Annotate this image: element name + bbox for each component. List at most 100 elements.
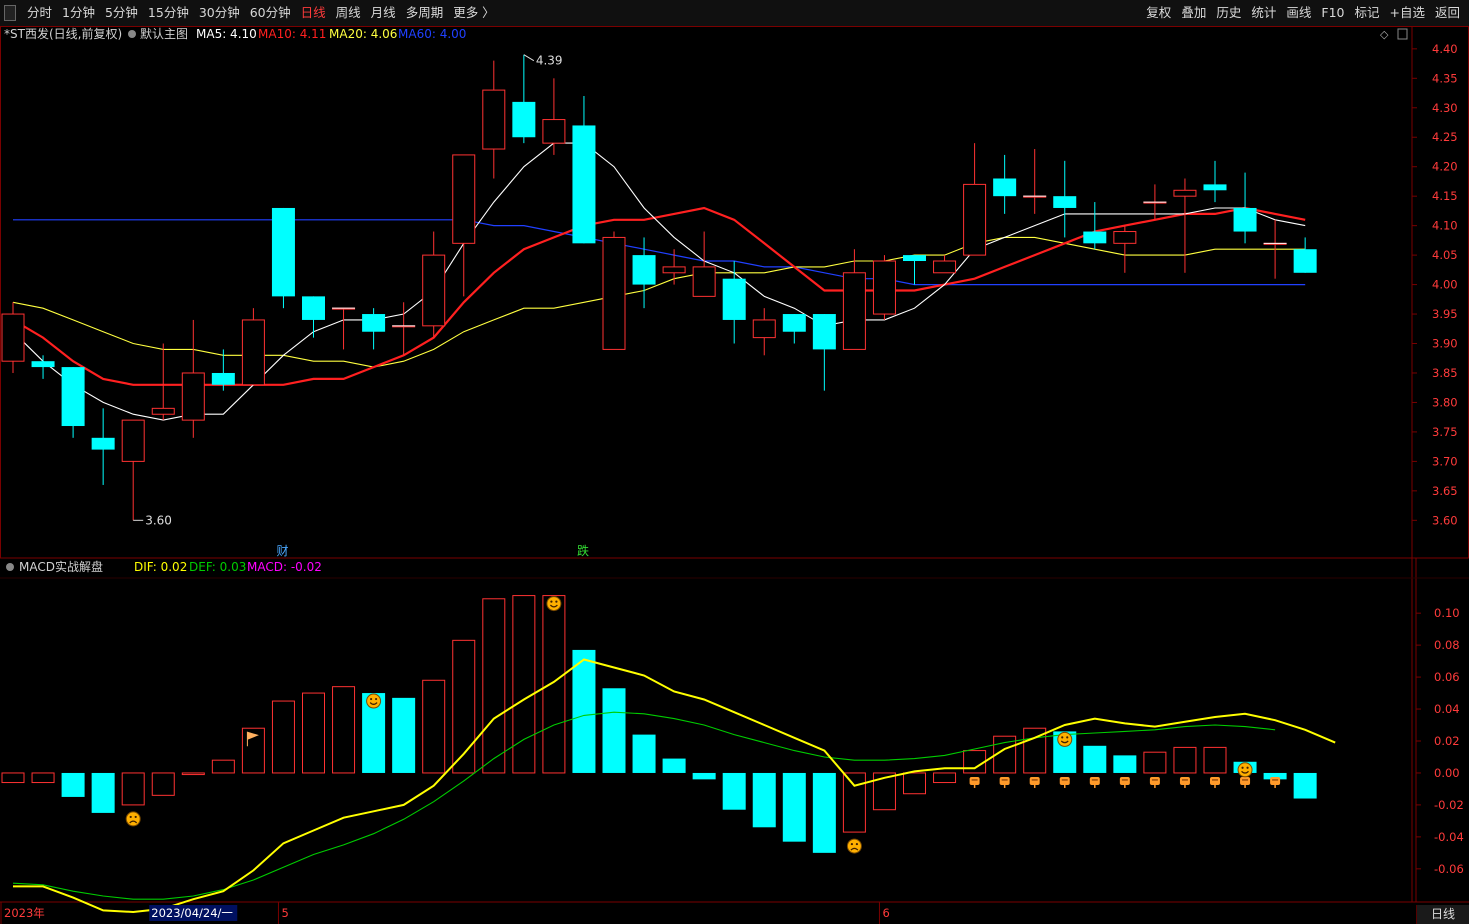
candle: [271, 207, 295, 309]
candle: [181, 319, 205, 438]
buy-mark-box: [1179, 776, 1190, 785]
date-label-2: 5: [281, 906, 288, 920]
tool-button-5[interactable]: F10: [1316, 0, 1349, 26]
price-tick-label: 4.00: [1432, 278, 1458, 292]
tool-button-6[interactable]: 标记: [1349, 0, 1384, 26]
candle-body: [1293, 249, 1317, 273]
period-tab-3[interactable]: 15分钟: [143, 0, 194, 26]
period-indicator-tab[interactable]: 日线: [1416, 905, 1469, 924]
candle-body: [151, 407, 175, 415]
macd-bar: [61, 772, 85, 797]
macd-bars: [1, 595, 1317, 853]
price-tick-label: 3.75: [1432, 425, 1458, 439]
stock-title: *ST西发(日线,前复权): [4, 26, 122, 41]
candle: [722, 261, 746, 344]
buy-mark-icon: [1210, 776, 1220, 788]
ma5-line: [12, 142, 1306, 421]
template-label: 默认主图: [140, 26, 188, 41]
candle-body: [903, 255, 926, 262]
period-tab-2[interactable]: 5分钟: [100, 0, 143, 26]
candle-body: [812, 314, 836, 350]
sad-face-icon: [846, 838, 862, 854]
macd-bar: [842, 772, 866, 833]
macd-bar: [1293, 772, 1317, 799]
macd-bar: [752, 772, 776, 828]
candle-body: [482, 89, 506, 150]
tool-button-3[interactable]: 统计: [1246, 0, 1281, 26]
candle: [872, 255, 896, 320]
period-tabs: 分时 1分钟 5分钟 15分钟 30分钟 60分钟 日线 周线 月线 多周期 更多 〉: [0, 0, 500, 26]
candle-body: [1, 313, 25, 362]
candle: [482, 60, 506, 179]
date-label-0: 2023年: [4, 906, 45, 920]
stock-chart[interactable]: 4.40 4.35 4.30 4.25 4.20 4.15 4.10 4.05 4.00 3.95…: [0, 26, 1469, 924]
macd-bar: [903, 772, 926, 795]
price-tick-label: 4.05: [1432, 248, 1458, 262]
candle: [782, 314, 806, 344]
period-tab-7[interactable]: 周线: [331, 0, 366, 26]
macd-tick-label: 0.00: [1434, 766, 1460, 780]
face-eye: [370, 697, 373, 701]
smile-face-icon: [546, 596, 562, 612]
annotation-label: 3.60: [145, 513, 172, 527]
candle-body: [602, 236, 626, 350]
buy-mark-box: [1149, 776, 1160, 785]
macd-bar: [812, 772, 836, 853]
date-label-3: 6: [882, 906, 889, 920]
candle-body: [1203, 184, 1227, 191]
candle: [1023, 149, 1047, 214]
macd-legend-2: MACD: -0.02: [247, 560, 322, 574]
period-tab-1[interactable]: 1分钟: [57, 0, 100, 26]
buy-mark-icon: [1270, 776, 1281, 788]
candle: [512, 54, 536, 144]
candle-body: [1173, 189, 1197, 197]
tool-button-7[interactable]: +自选: [1385, 0, 1430, 26]
candle: [993, 154, 1017, 214]
candle-body: [1053, 196, 1077, 208]
tool-button-4[interactable]: 画线: [1281, 0, 1316, 26]
tool-button-8[interactable]: 返回: [1430, 0, 1465, 26]
period-tab-5[interactable]: 60分钟: [245, 0, 296, 26]
tool-button-2[interactable]: 历史: [1211, 0, 1246, 26]
face-circle: [546, 596, 562, 612]
candle: [752, 308, 776, 356]
candle-body: [271, 207, 295, 297]
macd-bar: [1083, 745, 1107, 773]
period-tab-6[interactable]: 日线: [296, 0, 331, 26]
candle: [452, 154, 476, 297]
main-legend: *ST西发(日线,前复权) 默认主图 MA5: 4.10 MA10: 4.11 MA20…: [4, 26, 1408, 41]
macd-bar: [211, 759, 235, 774]
buy-mark-box: [1029, 776, 1040, 785]
period-tab-4[interactable]: 30分钟: [194, 0, 245, 26]
candle: [1053, 160, 1077, 238]
collapse-handle[interactable]: [4, 5, 16, 21]
macd-bar: [482, 598, 506, 774]
smile-face-icon: [1057, 731, 1073, 747]
macd-axis: 0.10 0.08 0.06 0.04 0.02 0.00 -0.02 -0.04 -0.06: [1416, 606, 1464, 876]
tool-button-1[interactable]: 叠加: [1176, 0, 1211, 26]
buy-mark-icon: [1179, 776, 1190, 788]
macd-bar: [542, 595, 566, 774]
face-eye: [134, 815, 137, 819]
macd-dot: [6, 563, 14, 571]
face-eye: [1246, 766, 1249, 769]
tool-button-0[interactable]: 复权: [1141, 0, 1176, 26]
macd-bar: [632, 734, 656, 773]
macd-bar: [722, 772, 746, 810]
period-tab-9[interactable]: 多周期: [401, 0, 449, 26]
period-tab-10[interactable]: 更多 〉: [448, 0, 499, 26]
period-tab-8[interactable]: 月线: [366, 0, 401, 26]
price-annotation-1: 3.60: [133, 513, 172, 527]
face-eye: [855, 842, 859, 846]
period-tab-0[interactable]: 分时: [22, 0, 57, 26]
candle-body: [241, 319, 265, 386]
candle: [151, 343, 175, 421]
buy-mark-box: [969, 776, 980, 785]
ma-legend-2: MA20: 4.06: [329, 27, 397, 41]
macd-bar: [963, 750, 987, 774]
ma-legend-1: MA10: 4.11: [258, 27, 326, 41]
macd-legend-1: DEF: 0.03: [189, 560, 246, 574]
macd-bar: [392, 697, 416, 773]
candle: [842, 249, 866, 350]
candle: [602, 231, 626, 350]
